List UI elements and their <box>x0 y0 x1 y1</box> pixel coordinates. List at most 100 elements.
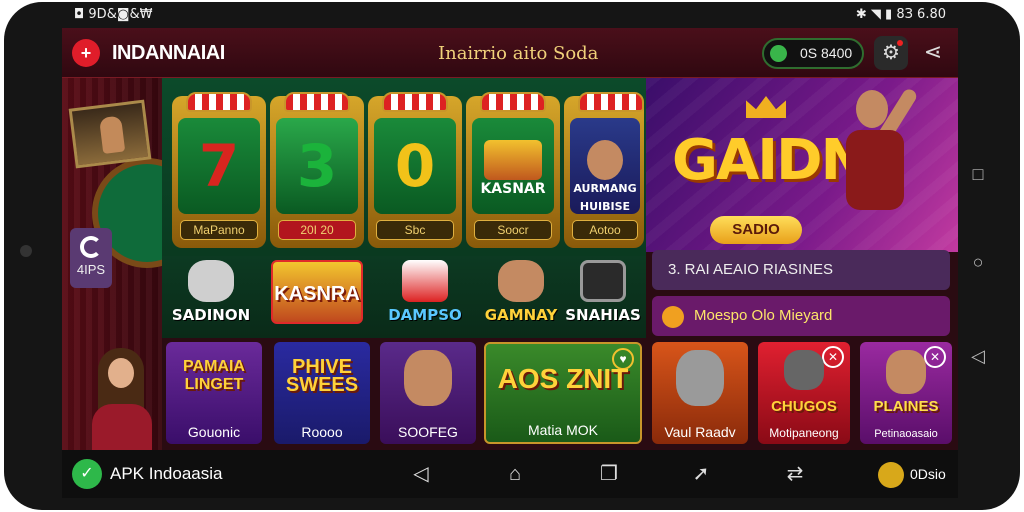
slot-reel-3[interactable]: 0 Sbc <box>368 92 462 248</box>
slot-reel-5[interactable]: AURMANG HUIBISE Aotoo <box>564 92 644 248</box>
reel-art-title: KASNAR <box>480 181 546 197</box>
tile-art-text: PLAINES <box>873 398 939 415</box>
apps-button[interactable]: 4IPS <box>70 228 112 288</box>
tile-art <box>380 342 476 418</box>
coin-icon <box>770 45 787 62</box>
info-row-2-label: Moespo Olo Mieyard <box>694 307 833 324</box>
game-tile-featured[interactable]: ♥ AOS ZNIT Matia MOK <box>484 342 642 444</box>
share-icon[interactable]: ⋖ <box>918 37 948 67</box>
game-snahias[interactable]: SNAHIAS <box>558 260 648 336</box>
slot-reel-2[interactable]: 3 20I 20 <box>270 92 364 248</box>
game-gamnay[interactable]: GAMNAY <box>476 260 566 336</box>
photo-person <box>98 115 126 154</box>
brand-label: APK Indoaasia <box>110 464 223 483</box>
rocket-icon[interactable]: ➚ <box>688 462 714 486</box>
game-tile[interactable]: ✕ PLAINES Petinaoasaio <box>860 342 952 444</box>
status-bar-left: ◘ 9D&◙&₩ <box>74 7 153 22</box>
game-tile[interactable]: SOOFEG <box>380 342 476 444</box>
left-decor: 4IPS <box>62 78 202 450</box>
reel-art: KASNAR <box>472 118 554 214</box>
reel-cap <box>578 92 644 112</box>
reel-art: AURMANG HUIBISE <box>570 118 640 214</box>
game-tile[interactable]: Vaul Raadv <box>652 342 748 444</box>
athlete-illustration <box>834 84 952 250</box>
home-nav-icon[interactable]: ⌂ <box>502 462 528 486</box>
game-kasnra[interactable]: KASNRA <box>264 260 370 336</box>
cannon-icon <box>784 350 824 390</box>
user-avatar-icon[interactable] <box>878 462 904 488</box>
swap-icon[interactable]: ⇄ <box>782 462 808 486</box>
header: + INDANNAIAI Inairrio aito Soda 0S 8400 … <box>62 28 958 78</box>
tile-art: PAMAIA LINGET <box>166 342 262 418</box>
knight-helmet-icon <box>676 350 724 406</box>
pharaoh-face-icon <box>587 140 623 180</box>
pirate-face-icon <box>886 350 926 394</box>
photo-frame <box>68 99 152 169</box>
game-dampso[interactable]: DAMPSO <box>380 260 470 336</box>
kasnar-emblem-icon <box>484 140 542 180</box>
tile-label: Petinaoasaio <box>874 428 938 440</box>
gear-icon[interactable]: ⚙ <box>874 36 908 70</box>
tile-label: Motipaneong <box>769 426 839 440</box>
reward-icon <box>662 306 684 328</box>
app-title: INDANNAIAI <box>112 42 225 64</box>
game-label: DAMPSO <box>388 306 462 324</box>
athlete-head <box>856 90 888 128</box>
tile-art-text: PHIVE SWEES <box>285 356 359 396</box>
app-logo-icon[interactable]: + <box>72 39 100 67</box>
hostess-body <box>92 404 152 450</box>
header-center-text: Inairrio aito Soda <box>438 43 599 64</box>
balance-value: 0S 8400 <box>800 45 853 61</box>
reel-symbol: 0 <box>374 118 456 214</box>
game-sadinon[interactable]: SADINON <box>166 260 256 336</box>
game-tile[interactable]: PHIVE SWEES Roooo <box>274 342 370 444</box>
reel-cap <box>284 92 350 112</box>
tile-art: PHIVE SWEES <box>274 342 370 418</box>
reel-label: 20I 20 <box>278 220 356 240</box>
info-row-2[interactable]: Moespo Olo Mieyard <box>652 296 950 336</box>
promo-banner[interactable]: GAIDN SADIO <box>646 78 958 252</box>
back-nav-icon[interactable]: ◁ <box>408 462 434 486</box>
banner-button[interactable]: SADIO <box>710 216 802 244</box>
bottom-bar: ✓ APK Indoaasia ◁ ⌂ ❐ ➚ ⇄ 0Dsio <box>62 450 958 498</box>
reel-symbol: 3 <box>276 118 358 214</box>
tile-art: PLAINES <box>860 342 952 418</box>
info-row-1[interactable]: 3. RAI AEAIO RIASINES <box>652 250 950 290</box>
recents-nav-icon[interactable]: ❐ <box>596 462 622 486</box>
game-logo: KASNRA <box>271 260 363 324</box>
recent-apps-icon[interactable]: □ <box>968 164 988 185</box>
skull-mask-icon <box>188 260 234 302</box>
slot-reel-4[interactable]: KASNAR Soocr <box>466 92 560 248</box>
hostess-face <box>108 358 134 388</box>
apps-label: 4IPS <box>76 262 106 277</box>
notification-dot <box>897 40 903 46</box>
game-tile[interactable]: ✕ CHUGOS Motipaneong <box>758 342 850 444</box>
hostess-illustration <box>86 348 158 450</box>
app-screen: + INDANNAIAI Inairrio aito Soda 0S 8400 … <box>62 28 958 450</box>
status-bar-right: ✱ ◥ ▮ 8З 6.80 <box>855 7 946 22</box>
back-icon[interactable]: ◁ <box>968 346 988 367</box>
reel-cap <box>382 92 448 112</box>
tile-art: AOS ZNIT <box>486 344 640 420</box>
home-icon[interactable]: ○ <box>968 252 988 273</box>
tile-label: Gouonic <box>187 424 241 440</box>
character-face-icon <box>498 260 544 302</box>
tile-art-text: CHUGOS <box>771 398 837 415</box>
tile-art-text: PAMAIA LINGET <box>183 358 245 393</box>
game-tile[interactable]: PAMAIA LINGET Gouonic <box>166 342 262 444</box>
reel-label: MaPanno <box>180 220 258 240</box>
game-label: SNAHIAS <box>565 306 641 324</box>
cards-icon <box>402 260 448 302</box>
slot-reel-1[interactable]: 7 MaPanno <box>172 92 266 248</box>
refresh-icon <box>80 236 102 258</box>
reel-label: Soocr <box>474 220 552 240</box>
tile-art-text: AOS ZNIT <box>497 363 629 394</box>
reel-symbol: 7 <box>178 118 260 214</box>
tile-label: Roooo <box>301 424 343 440</box>
apk-logo-icon[interactable]: ✓ <box>72 459 102 489</box>
balance-pill[interactable]: 0S 8400 <box>762 38 864 69</box>
reel-label: Sbc <box>376 220 454 240</box>
reel-label: Aotoo <box>572 220 638 240</box>
tile-label: Matia MOK <box>527 422 598 438</box>
game-label: SADINON <box>171 306 251 324</box>
